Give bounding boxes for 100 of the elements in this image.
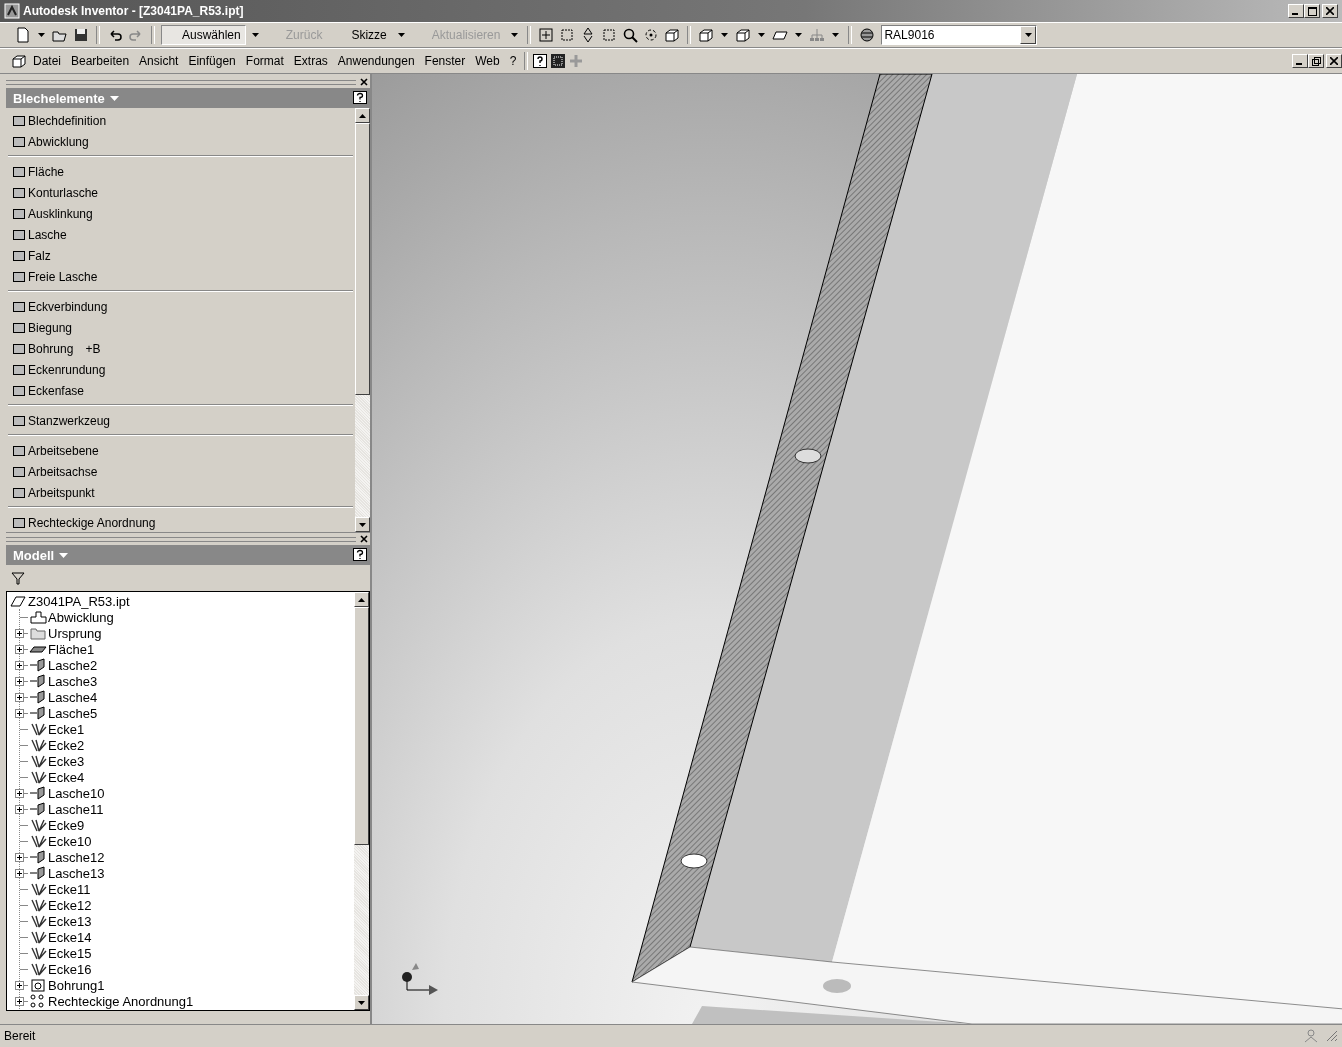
tree-item[interactable]: Ecke9 (48, 817, 85, 833)
expand-icon[interactable] (15, 644, 28, 654)
tree-item[interactable]: Abwicklung (48, 609, 114, 625)
close-icon[interactable] (360, 78, 368, 86)
expand-icon[interactable] (15, 660, 28, 670)
dropdown-arrow-icon[interactable] (251, 33, 259, 37)
color-wheel-icon[interactable] (858, 26, 877, 44)
sketch-button[interactable]: Skizze (330, 25, 392, 45)
new-document-icon[interactable] (14, 26, 32, 44)
help-icon[interactable] (531, 52, 550, 70)
menu-item[interactable]: Anwendungen (332, 54, 420, 68)
close-button[interactable] (1326, 54, 1342, 68)
tree-item[interactable]: Ecke15 (48, 945, 92, 961)
tool-item[interactable]: Falz (28, 248, 51, 263)
maximize-button[interactable] (1304, 4, 1320, 18)
expand-icon[interactable] (15, 708, 28, 718)
menu-item[interactable]: Datei (28, 54, 66, 68)
tool-item[interactable]: Stanzwerkzeug (28, 413, 111, 428)
expand-icon[interactable] (15, 628, 28, 638)
tool-item[interactable]: Abwicklung (28, 134, 89, 149)
expand-icon[interactable] (15, 980, 28, 990)
tree-item[interactable]: Ecke4 (48, 769, 85, 785)
box-icon[interactable] (697, 26, 716, 44)
dropdown-arrow-icon[interactable] (511, 33, 519, 37)
dropdown-arrow-icon[interactable] (758, 33, 766, 37)
zoom-icon[interactable] (621, 26, 640, 44)
dropdown-arrow-icon[interactable] (38, 33, 45, 37)
tree-item[interactable]: Ecke2 (48, 737, 85, 753)
scroll-up-button[interactable] (355, 108, 370, 123)
restore-button[interactable] (1308, 54, 1324, 68)
dropdown-arrow-icon[interactable] (795, 33, 803, 37)
dropdown-arrow-icon[interactable] (832, 33, 840, 37)
expand-icon[interactable] (15, 804, 28, 814)
menu-item[interactable]: Bearbeiten (66, 54, 135, 68)
help-icon[interactable] (353, 547, 367, 563)
tool-item[interactable]: Eckverbindung (28, 299, 108, 314)
tool-item[interactable]: Biegung (28, 320, 73, 335)
scroll-down-button[interactable] (355, 517, 370, 532)
menu-item[interactable]: Einfügen (183, 54, 241, 68)
tool-item[interactable]: Eckenfase (28, 383, 85, 398)
scroll-thumb[interactable] (355, 123, 370, 395)
tool-item[interactable]: Arbeitsachse (28, 464, 98, 479)
tree-item[interactable]: Lasche12 (48, 849, 105, 865)
select-button[interactable]: Auswählen (161, 25, 246, 45)
tree-item[interactable]: Ecke14 (48, 929, 92, 945)
menu-item[interactable]: Fenster (419, 54, 471, 68)
tool-item[interactable]: Bohrung (28, 341, 74, 356)
tree-item[interactable]: Ursprung (48, 625, 102, 641)
tool-item[interactable]: Lasche (28, 227, 67, 242)
tree-item[interactable]: Lasche11 (48, 801, 104, 817)
menu-item[interactable]: Extras (288, 54, 333, 68)
grid-icon[interactable] (549, 52, 568, 70)
panel-header[interactable]: Modell (6, 545, 370, 565)
tree-item[interactable]: Lasche5 (48, 705, 98, 721)
box-icon[interactable] (734, 26, 753, 44)
tree-item[interactable]: Rechteckige Anordnung1 (48, 993, 194, 1009)
menu-item[interactable]: Ansicht (134, 54, 184, 68)
tool-item[interactable]: Fläche (28, 164, 65, 179)
tree-item[interactable]: Ecke16 (48, 961, 92, 977)
tree-item[interactable]: Lasche13 (48, 865, 105, 881)
box-icon[interactable] (663, 26, 682, 44)
tree-item[interactable]: Lasche3 (48, 673, 98, 689)
save-icon[interactable] (72, 26, 90, 44)
menu-item[interactable]: Format (240, 54, 289, 68)
tree-item[interactable]: Z3041PA_R53.ipt (28, 593, 130, 609)
tree-item[interactable]: Ecke1 (48, 721, 85, 737)
tree-item[interactable]: Fläche1 (48, 641, 95, 657)
scroll-up-button[interactable] (354, 592, 369, 607)
tool-item[interactable]: Blechdefinition (28, 113, 107, 128)
tree-item[interactable]: Lasche4 (48, 689, 98, 705)
color-combo-box[interactable]: RAL9016 (881, 25, 1038, 45)
close-icon[interactable] (360, 535, 368, 543)
close-button[interactable] (1322, 4, 1338, 18)
panel-header[interactable]: Blechelemente (6, 88, 370, 108)
expand-icon[interactable] (15, 676, 28, 686)
tool-item[interactable]: Arbeitsebene (28, 443, 99, 458)
tree-item[interactable]: Ecke13 (48, 913, 92, 929)
tool-item[interactable]: Rechteckige Anordnung (28, 515, 156, 530)
tool-item[interactable]: Freie Lasche (28, 269, 98, 284)
scrollbar[interactable] (355, 108, 370, 532)
tree-item[interactable]: Ecke10 (48, 833, 92, 849)
tree-item[interactable]: Ecke12 (48, 897, 92, 913)
expand-icon[interactable] (15, 996, 28, 1006)
tool-item[interactable]: Eckenrundung (28, 362, 106, 377)
resize-grip-icon[interactable] (1326, 1030, 1338, 1042)
expand-icon[interactable] (15, 788, 28, 798)
dropdown-arrow-icon[interactable] (721, 33, 729, 37)
menu-item[interactable]: ? (504, 54, 522, 68)
filter-icon[interactable] (11, 571, 25, 585)
tree-item[interactable]: Lasche2 (48, 657, 98, 673)
tool-item[interactable]: Ausklinkung (28, 206, 93, 221)
tree-item[interactable]: Ecke3 (48, 753, 85, 769)
tree-item[interactable]: Lasche10 (48, 785, 105, 801)
tool-item[interactable]: Konturlasche (28, 185, 99, 200)
zoom-all-icon[interactable] (537, 26, 556, 44)
minimize-button[interactable] (1288, 4, 1304, 18)
menu-item[interactable]: Web (470, 54, 505, 68)
scrollbar[interactable] (354, 592, 369, 1010)
tool-item[interactable]: Arbeitspunkt (28, 485, 95, 500)
tree-item[interactable]: Ecke11 (48, 881, 91, 897)
